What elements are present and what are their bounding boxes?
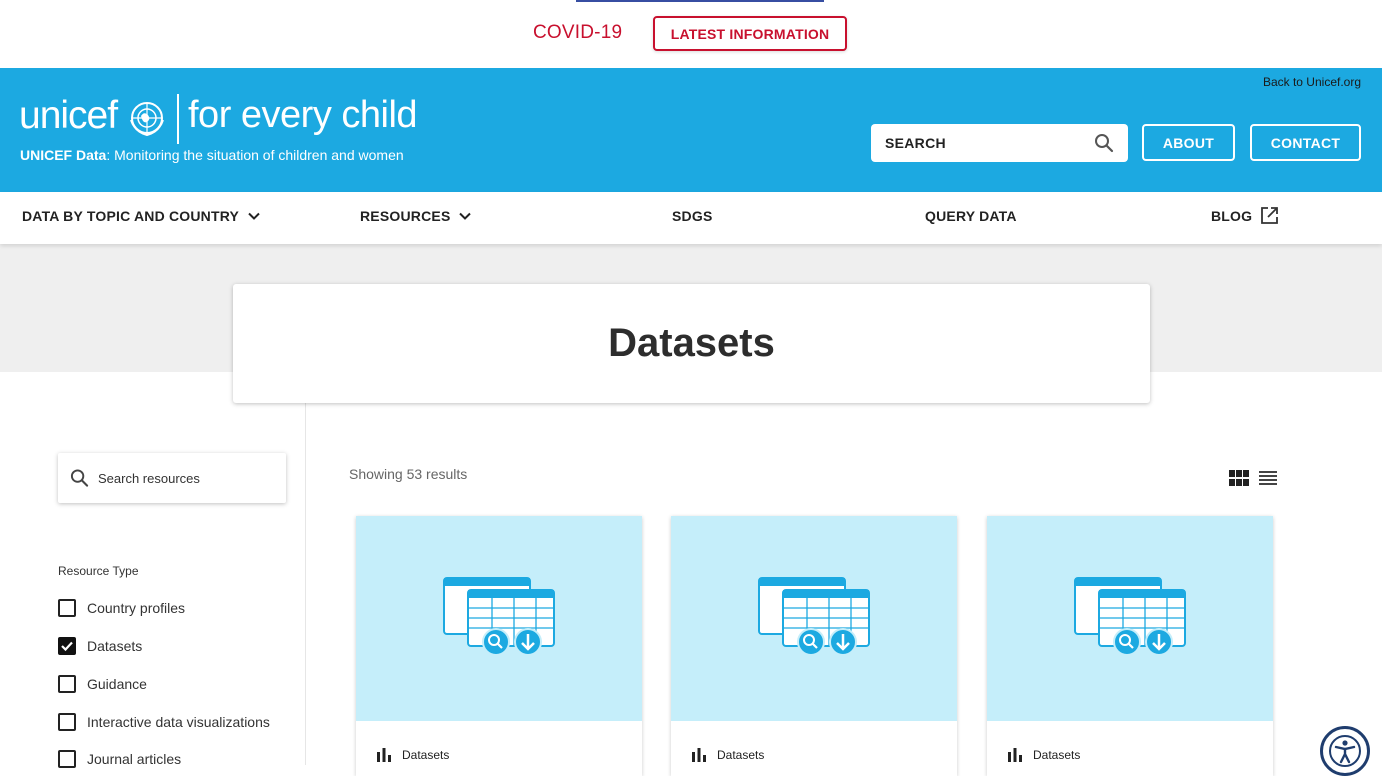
accessibility-icon [1329, 735, 1361, 767]
page-title-card: Datasets [233, 284, 1150, 403]
nav-item-label: RESOURCES [360, 208, 451, 224]
grid-view-icon[interactable] [1229, 470, 1249, 486]
latest-information-button[interactable]: LATEST INFORMATION [653, 16, 847, 51]
nav-item-label: DATA BY TOPIC AND COUNTRY [22, 208, 240, 224]
filter-label: Country profiles [87, 600, 186, 616]
nav-item-blog[interactable]: BLOG [1211, 206, 1279, 225]
tagline: for every child [188, 94, 418, 136]
covid-label: COVID-19 [533, 22, 623, 43]
page-title: Datasets [608, 321, 775, 365]
chevron-down-icon [248, 212, 260, 220]
card-type: Datasets [376, 748, 449, 762]
list-view-icon[interactable] [1259, 470, 1277, 486]
results-count: Showing 53 results [349, 466, 468, 482]
dataset-illustration-icon [1074, 577, 1186, 656]
card-image [356, 516, 642, 721]
filter-country-profiles[interactable]: Country profiles [58, 599, 185, 617]
accessibility-button[interactable] [1320, 726, 1370, 776]
external-link-icon [1261, 207, 1279, 224]
filter-label: Interactive data visualizations [87, 714, 270, 730]
card-image [987, 516, 1273, 721]
unicef-logo-word[interactable]: unicef [19, 94, 118, 138]
resource-search-input[interactable] [98, 470, 274, 486]
filter-label: Datasets [87, 638, 143, 654]
search-icon[interactable] [1094, 133, 1114, 153]
nav-item-query-data[interactable]: QUERY DATA [925, 208, 1017, 224]
header-search-input[interactable] [885, 135, 1094, 151]
filter-label: Guidance [87, 676, 147, 692]
search-icon [70, 469, 89, 487]
unicef-globe-icon[interactable] [127, 98, 167, 138]
site-header: unicef for every child UNICEF Data: Moni… [0, 68, 1382, 192]
contact-button[interactable]: CONTACT [1250, 124, 1361, 161]
nav-item-data-by-topic[interactable]: DATA BY TOPIC AND COUNTRY [22, 208, 261, 224]
covid-banner: COVID-19 LATEST INFORMATION [0, 0, 1382, 68]
main-nav: DATA BY TOPIC AND COUNTRY RESOURCES SDGS… [0, 192, 1382, 244]
filter-guidance[interactable]: Guidance [58, 675, 147, 693]
covid-topline [576, 0, 824, 2]
about-button[interactable]: ABOUT [1142, 124, 1235, 161]
bar-chart-icon [377, 748, 391, 762]
checkbox[interactable] [58, 713, 76, 731]
chevron-down-icon [459, 212, 472, 220]
card-image [671, 516, 957, 721]
nav-item-label: QUERY DATA [925, 208, 1017, 224]
subtitle-rest: : Monitoring the situation of children a… [106, 147, 404, 163]
resource-card[interactable]: Datasets [356, 516, 642, 776]
checkmark-icon [61, 641, 73, 652]
filter-datasets[interactable]: Datasets [58, 637, 142, 655]
back-to-unicef-link[interactable]: Back to Unicef.org [1263, 75, 1361, 89]
checkbox-checked[interactable] [58, 637, 76, 655]
card-type-label: Datasets [717, 748, 765, 762]
checkbox[interactable] [58, 750, 76, 768]
nav-item-label: BLOG [1211, 207, 1253, 224]
bar-chart-icon [1008, 748, 1022, 762]
resource-card[interactable]: Datasets [671, 516, 957, 776]
card-type-label: Datasets [1033, 748, 1081, 762]
nav-item-sdgs[interactable]: SDGS [672, 208, 712, 224]
card-type: Datasets [691, 748, 764, 762]
subtitle-bold: UNICEF Data [20, 147, 107, 163]
bar-chart-icon [692, 748, 706, 762]
filter-interactive-data-visualizations[interactable]: Interactive data visualizations [58, 713, 270, 731]
resource-search[interactable] [58, 453, 286, 503]
site-subtitle: UNICEF Data: Monitoring the situation of… [20, 147, 404, 163]
nav-item-label: SDGS [672, 208, 713, 224]
resource-card[interactable]: Datasets [987, 516, 1273, 776]
dataset-illustration-icon [443, 577, 555, 656]
card-type-label: Datasets [402, 748, 450, 762]
nav-item-resources[interactable]: RESOURCES [360, 208, 472, 224]
dataset-illustration-icon [758, 577, 870, 656]
resource-type-title: Resource Type [58, 564, 139, 578]
sidebar-divider [305, 403, 306, 765]
header-search[interactable] [871, 124, 1128, 162]
checkbox[interactable] [58, 599, 76, 617]
logo-divider [177, 94, 179, 144]
card-type: Datasets [1007, 748, 1080, 762]
checkbox[interactable] [58, 675, 76, 693]
filter-journal-articles[interactable]: Journal articles [58, 750, 181, 768]
